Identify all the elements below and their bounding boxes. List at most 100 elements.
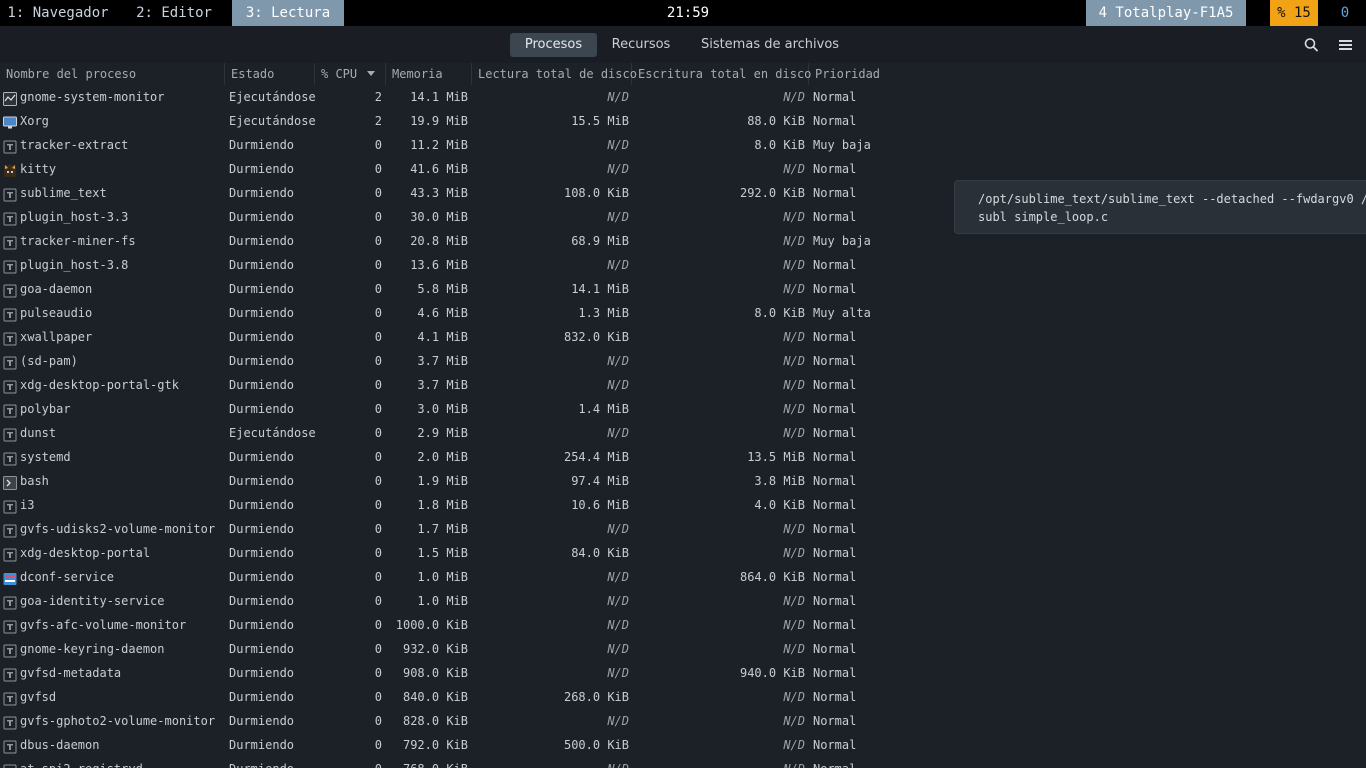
table-row[interactable]: tracker-extract Durmiendo 0 11.2 MiB N/D 8.0 … [0, 133, 1366, 157]
tab-procesos[interactable]: Procesos [510, 33, 597, 57]
generic-process-icon [3, 668, 17, 682]
process-icon-cell [3, 282, 17, 298]
column-header-cpu[interactable]: % CPU [315, 63, 386, 85]
process-priority: Normal [813, 330, 857, 344]
table-row[interactable]: gvfsd Durmiendo 0 840.0 KiB 268.0 KiB N/D Norm… [0, 685, 1366, 709]
table-row[interactable]: xdg-desktop-portal-gtk Durmiendo 0 3.7 MiB N… [0, 373, 1366, 397]
process-disk-read: N/D [607, 714, 629, 728]
table-row[interactable]: pulseaudio Durmiendo 0 4.6 MiB 1.3 MiB 8.0 Ki… [0, 301, 1366, 325]
tab-sistemas-de-archivos[interactable]: Sistemas de archivos [690, 33, 850, 57]
process-cpu: 0 [374, 210, 382, 224]
process-priority: Normal [813, 570, 857, 584]
process-name: i3 [20, 498, 35, 512]
table-row[interactable]: dunst Ejecutándose 0 2.9 MiB N/D N/D Normal [0, 421, 1366, 445]
menu-button[interactable] [1336, 35, 1356, 55]
process-state: Durmiendo [229, 714, 295, 728]
process-disk-read: 68.9 MiB [571, 234, 629, 248]
process-state: Durmiendo [229, 498, 295, 512]
process-name: xdg-desktop-portal-gtk [20, 378, 179, 392]
process-disk-write: N/D [783, 234, 805, 248]
process-disk-write: N/D [783, 402, 805, 416]
process-priority: Normal [813, 522, 857, 536]
process-name: plugin_host-3.3 [20, 210, 129, 224]
process-disk-write: N/D [783, 90, 805, 104]
table-row[interactable]: xdg-desktop-portal Durmiendo 0 1.5 MiB 84.0 … [0, 541, 1366, 565]
process-state: Durmiendo [229, 666, 295, 680]
process-cpu: 0 [374, 666, 382, 680]
table-row[interactable]: gvfs-udisks2-volume-monitor Durmiendo 0 1.7… [0, 517, 1366, 541]
wifi-status: 4 Totalplay-F1A5 [1086, 0, 1246, 26]
table-row[interactable]: gvfsd-metadata Durmiendo 0 908.0 KiB N/D 940.… [0, 661, 1366, 685]
table-row[interactable]: goa-daemon Durmiendo 0 5.8 MiB 14.1 MiB N/D No… [0, 277, 1366, 301]
search-button[interactable] [1300, 35, 1322, 55]
tooltip-line-2: subl simple_loop.c [978, 210, 1109, 224]
table-row[interactable]: systemd Durmiendo 0 2.0 MiB 254.4 MiB 13.5 Mi… [0, 445, 1366, 469]
tab-recursos[interactable]: Recursos [603, 33, 679, 57]
process-name: goa-identity-service [20, 594, 165, 608]
process-state: Durmiendo [229, 546, 295, 560]
process-name: dunst [20, 426, 57, 440]
process-disk-read: N/D [607, 666, 629, 680]
process-disk-write: N/D [630, 757, 805, 768]
column-header-name[interactable]: Nombre del proceso [0, 63, 225, 85]
process-cpu: 0 [374, 642, 382, 656]
table-row[interactable]: polybar Durmiendo 0 3.0 MiB 1.4 MiB N/D Normal [0, 397, 1366, 421]
process-icon-cell [3, 354, 17, 370]
column-header-disk-write[interactable]: Escritura total en disco [632, 63, 811, 85]
column-header-state[interactable]: Estado [225, 63, 315, 85]
process-icon-cell [3, 138, 17, 154]
table-row[interactable]: dconf-service Durmiendo 0 1.0 MiB N/D 864.0 K… [0, 565, 1366, 589]
table-row[interactable]: kitty Durmiendo 0 41.6 MiB N/D N/D Normal [0, 157, 1366, 181]
process-memory: 4.1 MiB [417, 330, 468, 344]
process-icon-cell [3, 498, 17, 514]
table-row[interactable]: plugin_host-3.8 Durmiendo 0 13.6 MiB N/D N/D N… [0, 253, 1366, 277]
process-memory: 30.0 MiB [410, 210, 468, 224]
table-row[interactable]: goa-identity-service Durmiendo 0 1.0 MiB N/D… [0, 589, 1366, 613]
process-name: gvfs-afc-volume-monitor [20, 618, 187, 632]
process-state: Durmiendo [229, 138, 295, 152]
table-row[interactable]: gvfs-gphoto2-volume-monitor Durmiendo 0 828… [0, 709, 1366, 733]
column-header-priority[interactable]: Prioridad [809, 63, 909, 85]
process-name: sublime_text [20, 186, 107, 200]
table-row[interactable]: gnome-keyring-daemon Durmiendo 0 932.0 KiB N… [0, 637, 1366, 661]
workspace-3-button[interactable]: 3: Lectura [232, 0, 344, 26]
process-name: gvfs-udisks2-volume-monitor [20, 522, 216, 536]
table-row[interactable]: gnome-system-monitor Ejecutándose 2 14.1 Mi… [0, 85, 1366, 109]
process-state: Durmiendo [229, 757, 294, 768]
workspace-2-button[interactable]: 2: Editor [116, 0, 232, 26]
process-disk-write: N/D [783, 426, 805, 440]
process-disk-write: N/D [783, 738, 805, 752]
process-memory: 19.9 MiB [410, 114, 468, 128]
table-row[interactable]: at-spi2-registrydDurmiendo0768.0 KiBN/DN… [0, 757, 1366, 768]
process-name: gvfs-gphoto2-volume-monitor [20, 714, 216, 728]
process-state: Durmiendo [229, 378, 295, 392]
table-row[interactable]: xwallpaper Durmiendo 0 4.1 MiB 832.0 KiB N/D N… [0, 325, 1366, 349]
workspace-1-button[interactable]: 1: Navegador [0, 0, 116, 26]
process-priority: Normal [813, 258, 857, 272]
table-row[interactable]: bash Durmiendo 0 1.9 MiB 97.4 MiB 3.8 MiB Norm… [0, 469, 1366, 493]
process-disk-read: N/D [607, 378, 629, 392]
process-state: Durmiendo [229, 306, 295, 320]
process-disk-read: 84.0 KiB [571, 546, 629, 560]
process-state: Durmiendo [229, 402, 295, 416]
process-disk-write: 4.0 KiB [754, 498, 805, 512]
process-icon-cell [3, 90, 17, 106]
table-row[interactable]: (sd-pam) Durmiendo 0 3.7 MiB N/D N/D Normal [0, 349, 1366, 373]
table-row[interactable]: Xorg Ejecutándose 2 19.9 MiB 15.5 MiB 88.0 Ki… [0, 109, 1366, 133]
process-name: tracker-miner-fs [20, 234, 136, 248]
generic-process-icon [3, 284, 17, 298]
table-row[interactable]: dbus-daemon Durmiendo 0 792.0 KiB 500.0 KiB N… [0, 733, 1366, 757]
process-disk-write: 864.0 KiB [739, 570, 805, 584]
column-header-row: Nombre del proceso Estado % CPU Memoria … [0, 63, 1366, 85]
process-disk-read: N/D [607, 594, 629, 608]
generic-process-icon [3, 404, 17, 418]
table-row[interactable]: i3 Durmiendo 0 1.8 MiB 10.6 MiB 4.0 KiB Normal [0, 493, 1366, 517]
column-header-disk-read[interactable]: Lectura total de disco [472, 63, 637, 85]
column-header-memory[interactable]: Memoria [386, 63, 472, 85]
table-row[interactable]: gvfs-afc-volume-monitor Durmiendo 0 1000.0 … [0, 613, 1366, 637]
process-name: xwallpaper [20, 330, 93, 344]
process-priority: Normal [813, 402, 857, 416]
process-icon-cell [3, 186, 17, 202]
process-disk-write: N/D [783, 378, 805, 392]
process-priority: Normal [813, 546, 857, 560]
